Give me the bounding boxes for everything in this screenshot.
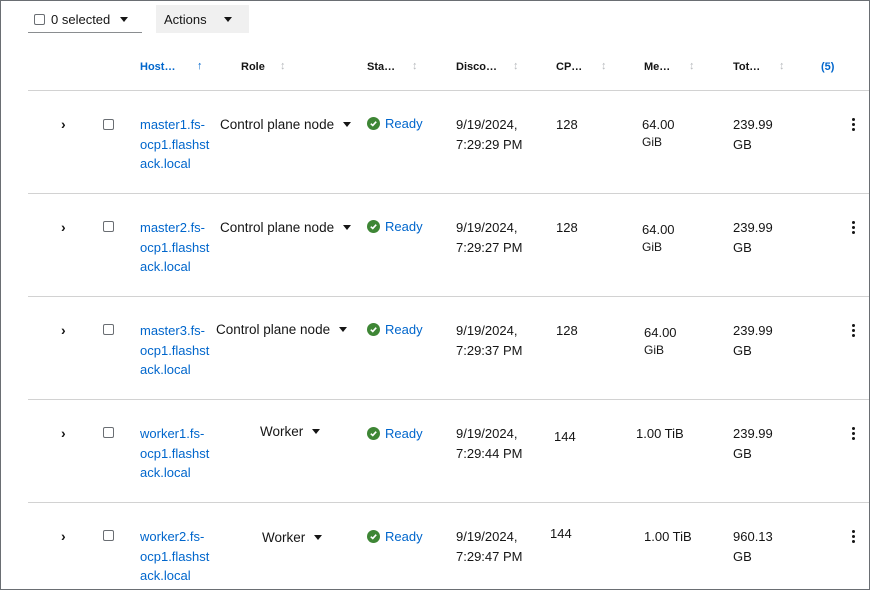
memory-value: 64.00 GiB xyxy=(642,222,675,254)
role-label: Worker xyxy=(260,424,304,439)
chevron-right-icon[interactable]: › xyxy=(61,116,66,132)
role-label: Control plane node xyxy=(220,220,335,235)
actions-label: Actions xyxy=(164,11,207,27)
sort-icon[interactable]: ↕ xyxy=(412,60,418,72)
caret-down-icon xyxy=(314,535,323,540)
cpu-cores: 128 xyxy=(556,323,578,338)
kebab-icon[interactable] xyxy=(852,324,856,339)
check-circle-icon xyxy=(367,117,380,130)
cpu-cores: 144 xyxy=(554,429,576,444)
role-label: Control plane node xyxy=(216,322,331,337)
status-label: Ready xyxy=(385,322,423,337)
status-ready[interactable]: Ready xyxy=(367,116,423,131)
check-circle-icon xyxy=(367,530,380,543)
sort-icon[interactable]: ↕ xyxy=(601,60,607,72)
hosts-table-panel: 0 selected Actions Host… ↑ Role ↕ Sta… ↕… xyxy=(0,0,870,590)
discovered-at: 9/19/2024, 7:29:27 PM xyxy=(456,220,523,255)
check-circle-icon xyxy=(367,427,380,440)
memory-value: 1.00 TiB xyxy=(636,426,684,441)
caret-down-icon[interactable] xyxy=(120,16,129,22)
hostname-link[interactable]: worker2.fs-ocp1.flashst ack.local xyxy=(140,527,215,586)
memory-value: 1.00 TiB xyxy=(644,529,692,544)
column-header-discovered[interactable]: Disco… xyxy=(456,61,497,73)
caret-down-icon xyxy=(343,225,352,230)
discovered-at: 9/19/2024, 7:29:29 PM xyxy=(456,117,523,152)
discovered-at: 9/19/2024, 7:29:44 PM xyxy=(456,426,523,461)
status-ready[interactable]: Ready xyxy=(367,529,423,544)
memory-value: 64.00 GiB xyxy=(644,325,677,357)
kebab-icon[interactable] xyxy=(852,427,856,442)
sort-icon[interactable]: ↕ xyxy=(513,60,519,72)
total-storage: 239.99 GB xyxy=(733,117,773,152)
hostname-link[interactable]: master1.fs-ocp1.flashst ack.local xyxy=(140,115,215,174)
column-header-role[interactable]: Role xyxy=(241,61,265,73)
total-storage: 239.99 GB xyxy=(733,220,773,255)
total-storage: 239.99 GB xyxy=(733,323,773,358)
status-ready[interactable]: Ready xyxy=(367,322,423,337)
status-ready[interactable]: Ready xyxy=(367,426,423,441)
chevron-right-icon[interactable]: › xyxy=(61,219,66,235)
column-header-cpu[interactable]: CP… xyxy=(556,61,582,73)
status-label: Ready xyxy=(385,426,423,441)
chevron-right-icon[interactable]: › xyxy=(61,322,66,338)
table-row: › master1.fs-ocp1.flashst ack.local Contr… xyxy=(1,90,869,193)
caret-down-icon xyxy=(339,327,348,332)
role-label: Control plane node xyxy=(220,117,335,132)
column-header-total-storage[interactable]: Tot… xyxy=(733,61,760,73)
table-row: › master3.fs-ocp1.flashst ack.local Contr… xyxy=(1,296,869,399)
status-label: Ready xyxy=(385,116,423,131)
discovered-at: 9/19/2024, 7:29:37 PM xyxy=(456,323,523,358)
hostname-link[interactable]: master3.fs-ocp1.flashst ack.local xyxy=(140,321,215,380)
column-management-count[interactable]: (5) xyxy=(821,61,834,73)
caret-down-icon xyxy=(223,16,232,22)
chevron-right-icon[interactable]: › xyxy=(61,528,66,544)
sort-icon[interactable]: ↕ xyxy=(779,60,785,72)
actions-dropdown[interactable]: Actions xyxy=(156,5,249,33)
column-header-hostname[interactable]: Host… xyxy=(140,61,175,73)
caret-down-icon xyxy=(312,429,321,434)
cpu-cores: 144 xyxy=(550,526,572,541)
row-checkbox[interactable] xyxy=(103,530,114,541)
role-dropdown[interactable]: Control plane node xyxy=(220,220,352,235)
role-label: Worker xyxy=(262,530,306,545)
check-circle-icon xyxy=(367,220,380,233)
cpu-cores: 128 xyxy=(556,220,578,235)
kebab-icon[interactable] xyxy=(852,221,856,236)
row-checkbox[interactable] xyxy=(103,119,114,130)
hostname-link[interactable]: master2.fs-ocp1.flashst ack.local xyxy=(140,218,215,277)
row-checkbox[interactable] xyxy=(103,427,114,438)
row-checkbox[interactable] xyxy=(103,221,114,232)
row-checkbox[interactable] xyxy=(103,324,114,335)
role-dropdown[interactable]: Worker xyxy=(260,424,321,439)
bulk-select-checkbox[interactable] xyxy=(34,13,45,25)
memory-value: 64.00 GiB xyxy=(642,117,675,149)
chevron-right-icon[interactable]: › xyxy=(61,425,66,441)
column-header-memory[interactable]: Me… xyxy=(644,61,670,73)
role-dropdown[interactable]: Worker xyxy=(262,530,323,545)
arrow-up-icon[interactable]: ↑ xyxy=(197,60,203,72)
total-storage: 960.13 GB xyxy=(733,529,773,564)
discovered-at: 9/19/2024, 7:29:47 PM xyxy=(456,529,523,564)
cpu-cores: 128 xyxy=(556,117,578,132)
selected-count: 0 selected xyxy=(51,11,111,27)
hostname-link[interactable]: worker1.fs-ocp1.flashst ack.local xyxy=(140,424,215,483)
status-ready[interactable]: Ready xyxy=(367,219,423,234)
table-row: › worker1.fs-ocp1.flashst ack.local Worke… xyxy=(1,399,869,502)
role-dropdown[interactable]: Control plane node xyxy=(220,117,352,132)
table-row: › master2.fs-ocp1.flashst ack.local Contr… xyxy=(1,193,869,296)
caret-down-icon xyxy=(343,122,352,127)
table-row: › worker2.fs-ocp1.flashst ack.local Worke… xyxy=(1,502,869,589)
sort-icon[interactable]: ↕ xyxy=(280,60,286,72)
check-circle-icon xyxy=(367,323,380,336)
bulk-select-dropdown[interactable]: 0 selected xyxy=(28,6,142,33)
status-label: Ready xyxy=(385,529,423,544)
sort-icon[interactable]: ↕ xyxy=(689,60,695,72)
role-dropdown[interactable]: Control plane node xyxy=(216,322,348,337)
kebab-icon[interactable] xyxy=(852,530,856,545)
column-header-status[interactable]: Sta… xyxy=(367,61,395,73)
kebab-icon[interactable] xyxy=(852,118,856,133)
status-label: Ready xyxy=(385,219,423,234)
total-storage: 239.99 GB xyxy=(733,426,773,461)
